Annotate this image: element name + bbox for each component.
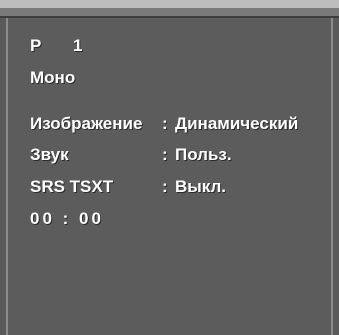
- clock: 00 : 00: [30, 209, 104, 228]
- top-bar-edge: [0, 8, 339, 18]
- setting-label-srs-tsxt: SRS TSXT: [30, 177, 114, 196]
- setting-value-picture: Динамический: [175, 114, 299, 133]
- setting-label-sound: Звук: [30, 145, 69, 164]
- tv-osd-info-panel: P 1 Моно Изображение : Динамический Звук…: [0, 0, 339, 335]
- channel-prefix: P: [30, 36, 42, 55]
- setting-separator-picture: :: [162, 114, 168, 133]
- top-bar: [0, 0, 339, 8]
- setting-separator-sound: :: [162, 145, 168, 164]
- channel-number: 1: [73, 36, 83, 55]
- audio-mode: Моно: [30, 68, 76, 87]
- setting-label-picture: Изображение: [30, 114, 143, 133]
- setting-separator-srs-tsxt: :: [162, 177, 168, 196]
- setting-value-srs-tsxt: Выкл.: [175, 177, 227, 196]
- setting-value-sound: Польз.: [175, 145, 232, 164]
